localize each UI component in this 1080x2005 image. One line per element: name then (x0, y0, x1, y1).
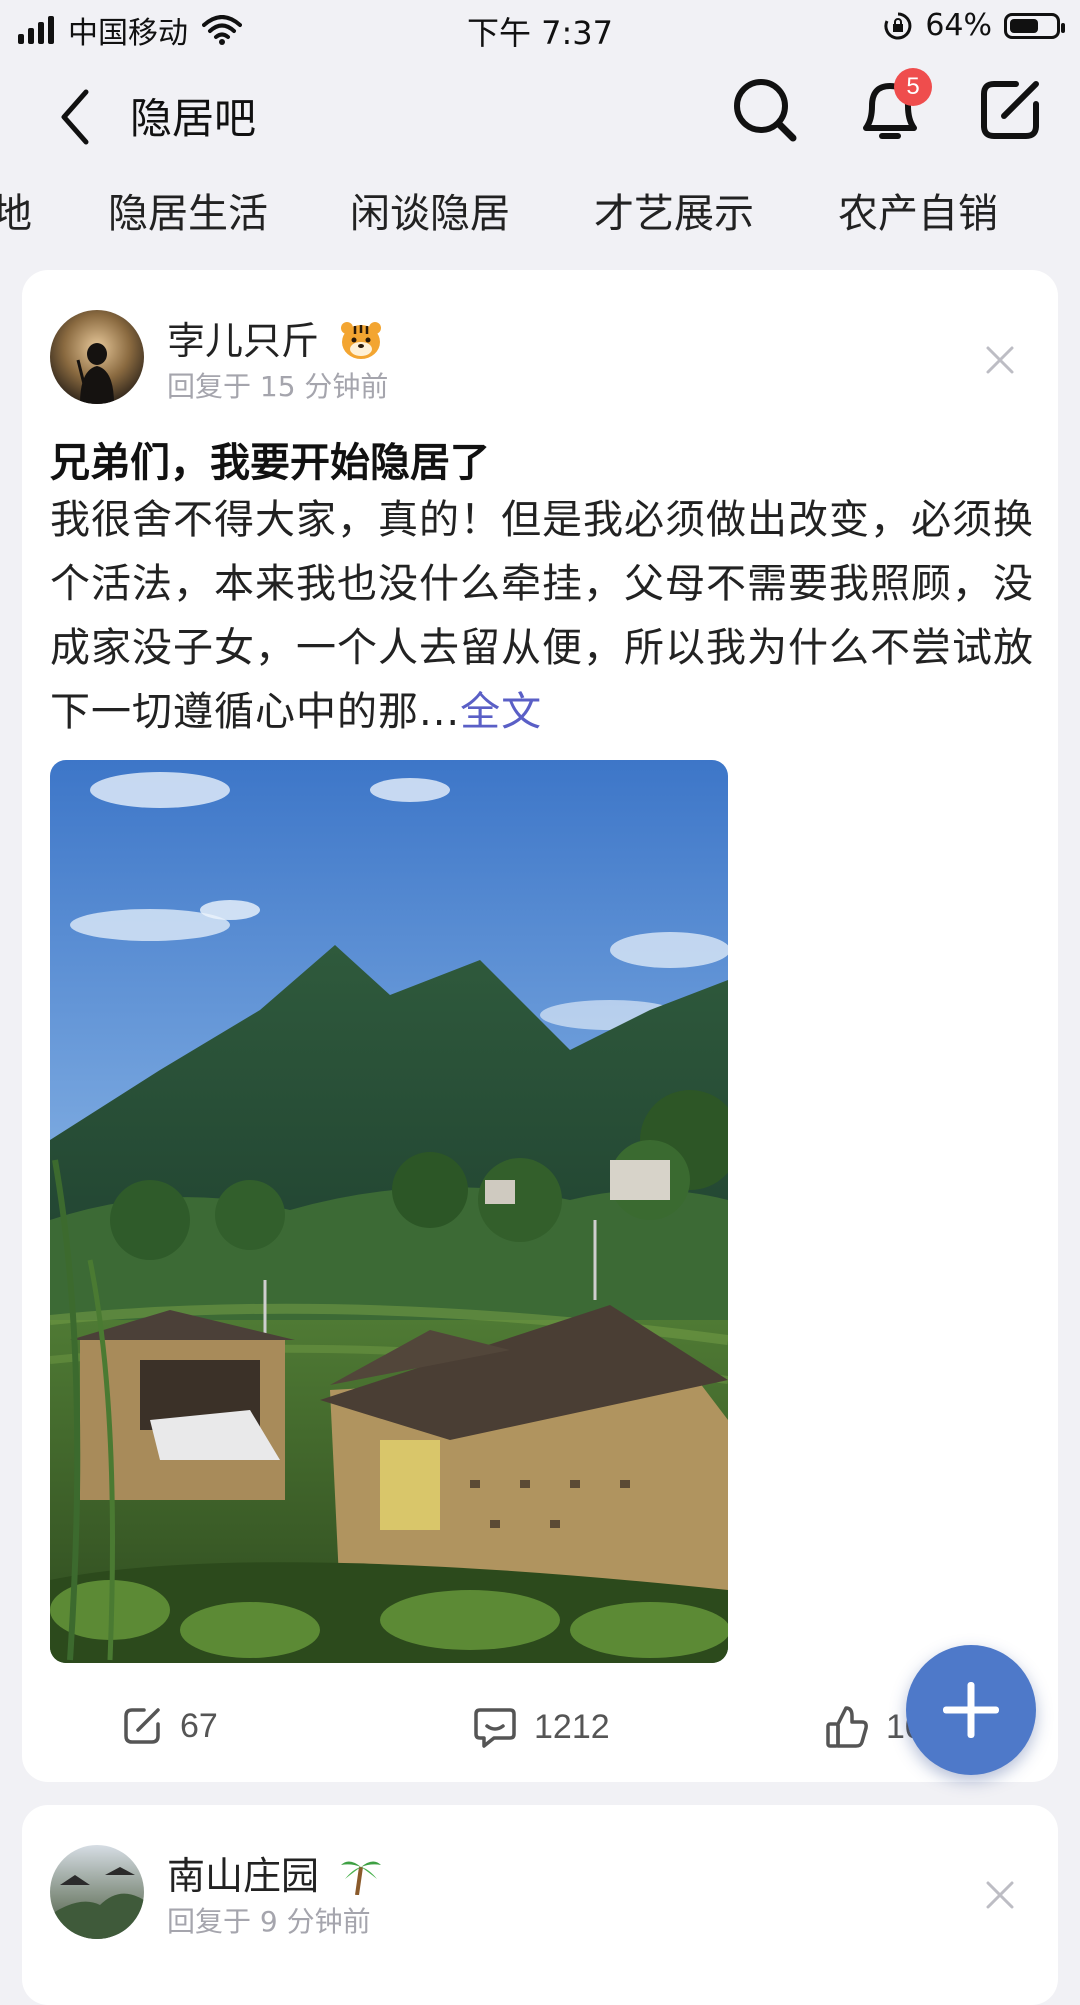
rotation-lock-icon (884, 12, 912, 39)
post-body[interactable]: 我很舍不得大家，真的！但是我必须做出改变，必须换个活法，本来我也没什么牵挂，父母… (50, 488, 1040, 744)
nav-bar: 隐居吧 5 (0, 60, 1080, 170)
status-bar: 中国移动 下午 7:37 64% (0, 0, 1080, 56)
post-author-name: 南山庄园 (167, 1854, 320, 1898)
tab-hermit-life[interactable]: 隐居生活 (108, 181, 268, 239)
battery-percent: 64% (925, 8, 992, 43)
close-icon[interactable] (980, 1875, 1020, 1915)
share-button[interactable]: 67 (120, 1704, 218, 1748)
tab-bar: 地 隐居生活 闲谈隐居 才艺展示 农产自销 (0, 175, 1080, 245)
close-icon[interactable] (980, 340, 1020, 380)
battery-fill (1010, 18, 1039, 33)
status-right: 64% (883, 8, 1065, 43)
tab-partial[interactable]: 地 (0, 181, 32, 239)
tab-talent-show[interactable]: 才艺展示 (594, 181, 754, 239)
post-timestamp: 回复于 15 分钟前 (167, 370, 389, 403)
battery-icon (1004, 12, 1065, 39)
full-text-link[interactable]: 全文 (460, 689, 542, 735)
post-card-next: 南山庄园 回复于 9 分钟前 (22, 1805, 1058, 2005)
post-title[interactable]: 兄弟们，我要开始隐居了 (50, 430, 490, 488)
palm-tree-emoji-icon (341, 1861, 382, 1895)
comment-button[interactable]: 1212 (472, 1704, 610, 1750)
post-timestamp: 回复于 9 分钟前 (167, 1905, 371, 1938)
comment-icon (474, 1708, 516, 1748)
tiger-emoji-icon (341, 322, 382, 359)
like-icon (826, 1706, 868, 1748)
page-title: 隐居吧 (130, 94, 257, 143)
avatar[interactable] (50, 1845, 144, 1939)
avatar-silhouette (76, 343, 114, 404)
post-author-name: 孛儿只斤 (167, 319, 320, 363)
post-actions: 67 1212 10 (22, 1690, 1058, 1770)
avatar-landscape (50, 1867, 144, 1939)
edit-icon[interactable] (970, 70, 1050, 150)
comment-count: 1212 (534, 1707, 610, 1746)
tab-farm-products[interactable]: 农产自销 (838, 181, 998, 239)
post-author[interactable]: 南山庄园 (167, 1845, 383, 1900)
notification-badge: 5 (894, 68, 932, 106)
notification-button[interactable]: 5 (850, 68, 932, 150)
back-icon[interactable] (50, 82, 100, 152)
avatar[interactable] (50, 310, 144, 404)
search-icon[interactable] (725, 70, 805, 150)
post-image[interactable] (50, 760, 728, 1663)
new-post-fab[interactable] (906, 1645, 1036, 1775)
tab-chat-hermit[interactable]: 闲谈隐居 (350, 181, 510, 239)
share-count: 67 (180, 1706, 218, 1745)
post-author[interactable]: 孛儿只斤 (167, 310, 383, 365)
post-card: 孛儿只斤 回复于 15 分钟前 兄弟们，我要开始隐居了 我很舍不得大家，真的！但… (22, 270, 1058, 1782)
landscape-image (50, 760, 728, 1663)
share-icon (124, 1708, 160, 1744)
